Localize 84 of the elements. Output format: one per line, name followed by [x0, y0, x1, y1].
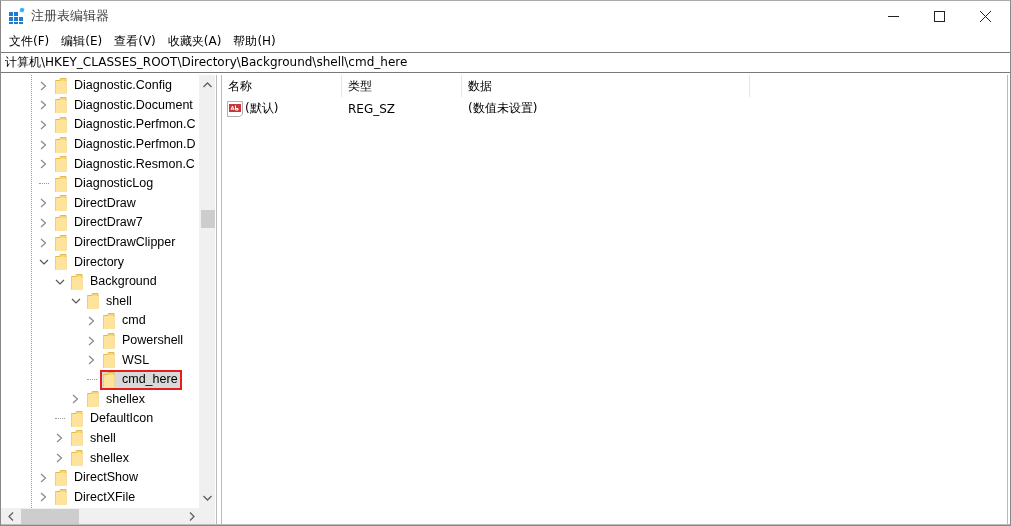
menu-item[interactable]: 编辑(E): [55, 33, 109, 50]
tree-item[interactable]: cmd: [100, 311, 150, 330]
tree-item[interactable]: DirectShow: [52, 468, 142, 487]
expand-chevron-icon[interactable]: [39, 139, 49, 150]
address-field[interactable]: 计算机\HKEY_CLASSES_ROOT\Directory\Background\shell\cmd_here: [1, 52, 1010, 73]
maximize-icon[interactable]: [933, 10, 945, 22]
folder-icon: [55, 156, 67, 173]
tree-item[interactable]: DirectDraw: [52, 194, 140, 213]
column-header[interactable]: 类型: [342, 75, 462, 97]
folder-icon: [55, 136, 67, 153]
folder-icon: [55, 175, 67, 192]
menu-item[interactable]: 文件(F): [3, 33, 56, 50]
folder-icon: [55, 469, 67, 486]
tree-item[interactable]: shell: [68, 429, 120, 448]
menu-item[interactable]: 查看(V): [108, 33, 162, 50]
tree-item[interactable]: shellex: [84, 390, 149, 409]
expand-chevron-icon[interactable]: [87, 315, 97, 326]
folder-icon: [55, 254, 67, 271]
value-type: REG_SZ: [347, 101, 397, 116]
expand-chevron-icon[interactable]: [39, 120, 49, 130]
registry-icon: [9, 8, 25, 24]
folder-icon: [55, 117, 67, 133]
expand-chevron-icon[interactable]: [71, 394, 81, 405]
folder-icon: [55, 195, 67, 212]
folder-icon: [103, 312, 115, 329]
expand-chevron-icon[interactable]: [87, 355, 97, 366]
folder-icon: [71, 430, 83, 447]
expand-chevron-icon[interactable]: [87, 335, 97, 346]
tree-item[interactable]: DiagnosticLog: [52, 174, 158, 193]
close-icon[interactable]: [979, 10, 991, 22]
tree-item[interactable]: Directory: [52, 253, 128, 272]
menu-item[interactable]: 收藏夹(A): [161, 33, 228, 50]
tree-item[interactable]: shellex: [68, 449, 133, 468]
folder-icon: [103, 371, 115, 388]
expand-chevron-icon[interactable]: [39, 100, 49, 111]
folder-icon: [87, 391, 99, 408]
tree-item[interactable]: Powershell: [100, 331, 188, 350]
tree-item[interactable]: Diagnostic.Perfmon.C: [52, 116, 199, 134]
folder-icon: [71, 273, 83, 290]
tree-item[interactable]: WSL: [100, 351, 154, 370]
tree-item[interactable]: Diagnostic.Resmon.C: [52, 155, 199, 174]
folder-icon: [71, 450, 83, 467]
tree-item[interactable]: DirectDrawClipper: [52, 233, 180, 252]
tree-item[interactable]: Background: [68, 272, 161, 291]
scroll-left-icon[interactable]: [8, 512, 14, 521]
tree-item[interactable]: DirectXFile: [52, 488, 140, 507]
expand-chevron-icon[interactable]: [55, 453, 65, 464]
folder-icon: [55, 97, 67, 114]
folder-icon: [55, 489, 67, 506]
scroll-right-icon[interactable]: [189, 512, 195, 521]
tree-item[interactable]: Diagnostic.Perfmon.D: [52, 135, 199, 154]
scroll-up-icon[interactable]: [203, 82, 212, 88]
expand-chevron-icon[interactable]: [39, 198, 49, 209]
scroll-thumb[interactable]: [201, 210, 215, 228]
tree-item[interactable]: shell: [84, 292, 136, 311]
value-name[interactable]: (默认): [245, 100, 279, 117]
folder-icon: [103, 352, 115, 369]
column-header[interactable]: 名称: [222, 75, 342, 97]
folder-icon: [55, 77, 67, 94]
folder-icon: [55, 214, 67, 231]
expand-chevron-icon[interactable]: [39, 80, 49, 91]
folder-icon: [87, 293, 99, 310]
folder-icon: [55, 234, 67, 251]
value-data: (数值未设置): [467, 100, 539, 117]
expand-chevron-icon[interactable]: [39, 159, 49, 170]
tree-item[interactable]: cmd_here: [100, 369, 182, 390]
column-header[interactable]: 数据: [462, 75, 750, 97]
expand-chevron-icon[interactable]: [55, 433, 65, 444]
string-value-icon: [227, 100, 243, 117]
expand-chevron-icon[interactable]: [39, 217, 49, 228]
menu-item[interactable]: 帮助(H): [227, 33, 282, 50]
scroll-thumb[interactable]: [21, 509, 79, 524]
tree-item[interactable]: Diagnostic.Config: [52, 76, 176, 95]
tree-item[interactable]: DefaultIcon: [68, 409, 158, 428]
expand-chevron-icon[interactable]: [39, 472, 49, 483]
expand-chevron-icon[interactable]: [39, 237, 49, 248]
window-title: 注册表编辑器: [31, 7, 109, 25]
folder-icon: [71, 410, 83, 427]
tree-item[interactable]: Diagnostic.Document: [52, 96, 197, 115]
tree-item[interactable]: DirectDraw7: [52, 213, 147, 232]
vertical-scrollbar[interactable]: [199, 75, 215, 508]
expand-chevron-icon[interactable]: [39, 492, 49, 503]
scroll-down-icon[interactable]: [203, 495, 212, 501]
folder-icon: [103, 332, 115, 349]
